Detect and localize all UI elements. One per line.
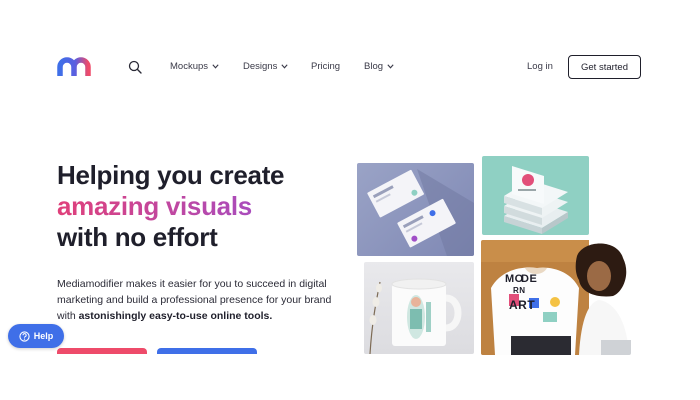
business-card-illustration bbox=[367, 169, 474, 256]
hero-headline-line2: amazing visuals bbox=[57, 191, 284, 222]
nav-item-label: Pricing bbox=[311, 61, 341, 72]
tshirt-print-line: RN bbox=[513, 286, 526, 295]
mug-mockup-image bbox=[364, 262, 474, 354]
tshirt-mockup-image: MO DE RN ART bbox=[481, 240, 631, 355]
mediamodifier-logo-icon[interactable] bbox=[57, 57, 95, 77]
nav-item-label: Blog bbox=[364, 61, 384, 72]
business-card-mockup-image bbox=[357, 163, 474, 256]
tshirt-person-illustration bbox=[481, 240, 631, 355]
hero-description-bold: astonishingly easy-to-use online tools. bbox=[78, 310, 273, 322]
tshirt-print-line: ART bbox=[509, 298, 536, 312]
chevron-down-icon bbox=[281, 64, 288, 69]
nav-item-label: Mockups bbox=[170, 61, 209, 72]
help-button[interactable]: Help bbox=[8, 324, 64, 348]
nav-item-label: Designs bbox=[243, 61, 278, 72]
hero-description: Mediamodifier makes it easier for you to… bbox=[57, 276, 347, 324]
login-link[interactable]: Log in bbox=[527, 61, 553, 72]
mug-illustration bbox=[369, 278, 462, 354]
book-stack-illustration bbox=[504, 166, 568, 234]
nav-item-mockups[interactable]: Mockups bbox=[170, 61, 219, 72]
hero-headline-line1: Helping you create bbox=[57, 160, 285, 190]
hero-headline: Helping you create amazing visuals with … bbox=[57, 160, 285, 253]
chevron-down-icon bbox=[387, 64, 394, 69]
help-label: Help bbox=[33, 331, 54, 341]
chevron-down-icon bbox=[212, 64, 219, 69]
question-circle-icon bbox=[19, 330, 30, 342]
book-stack-mockup-image bbox=[482, 156, 589, 235]
primary-cta-button[interactable] bbox=[57, 348, 147, 354]
nav-item-designs[interactable]: Designs bbox=[243, 61, 288, 72]
tshirt-print-line: DE bbox=[521, 273, 538, 285]
get-started-button[interactable]: Get started bbox=[568, 55, 641, 79]
nav-item-pricing[interactable]: Pricing bbox=[311, 61, 340, 72]
secondary-cta-button[interactable] bbox=[157, 348, 257, 354]
hero-headline-line3: with no effort bbox=[57, 222, 218, 252]
nav-item-blog[interactable]: Blog bbox=[364, 61, 394, 72]
search-icon[interactable] bbox=[128, 60, 142, 74]
